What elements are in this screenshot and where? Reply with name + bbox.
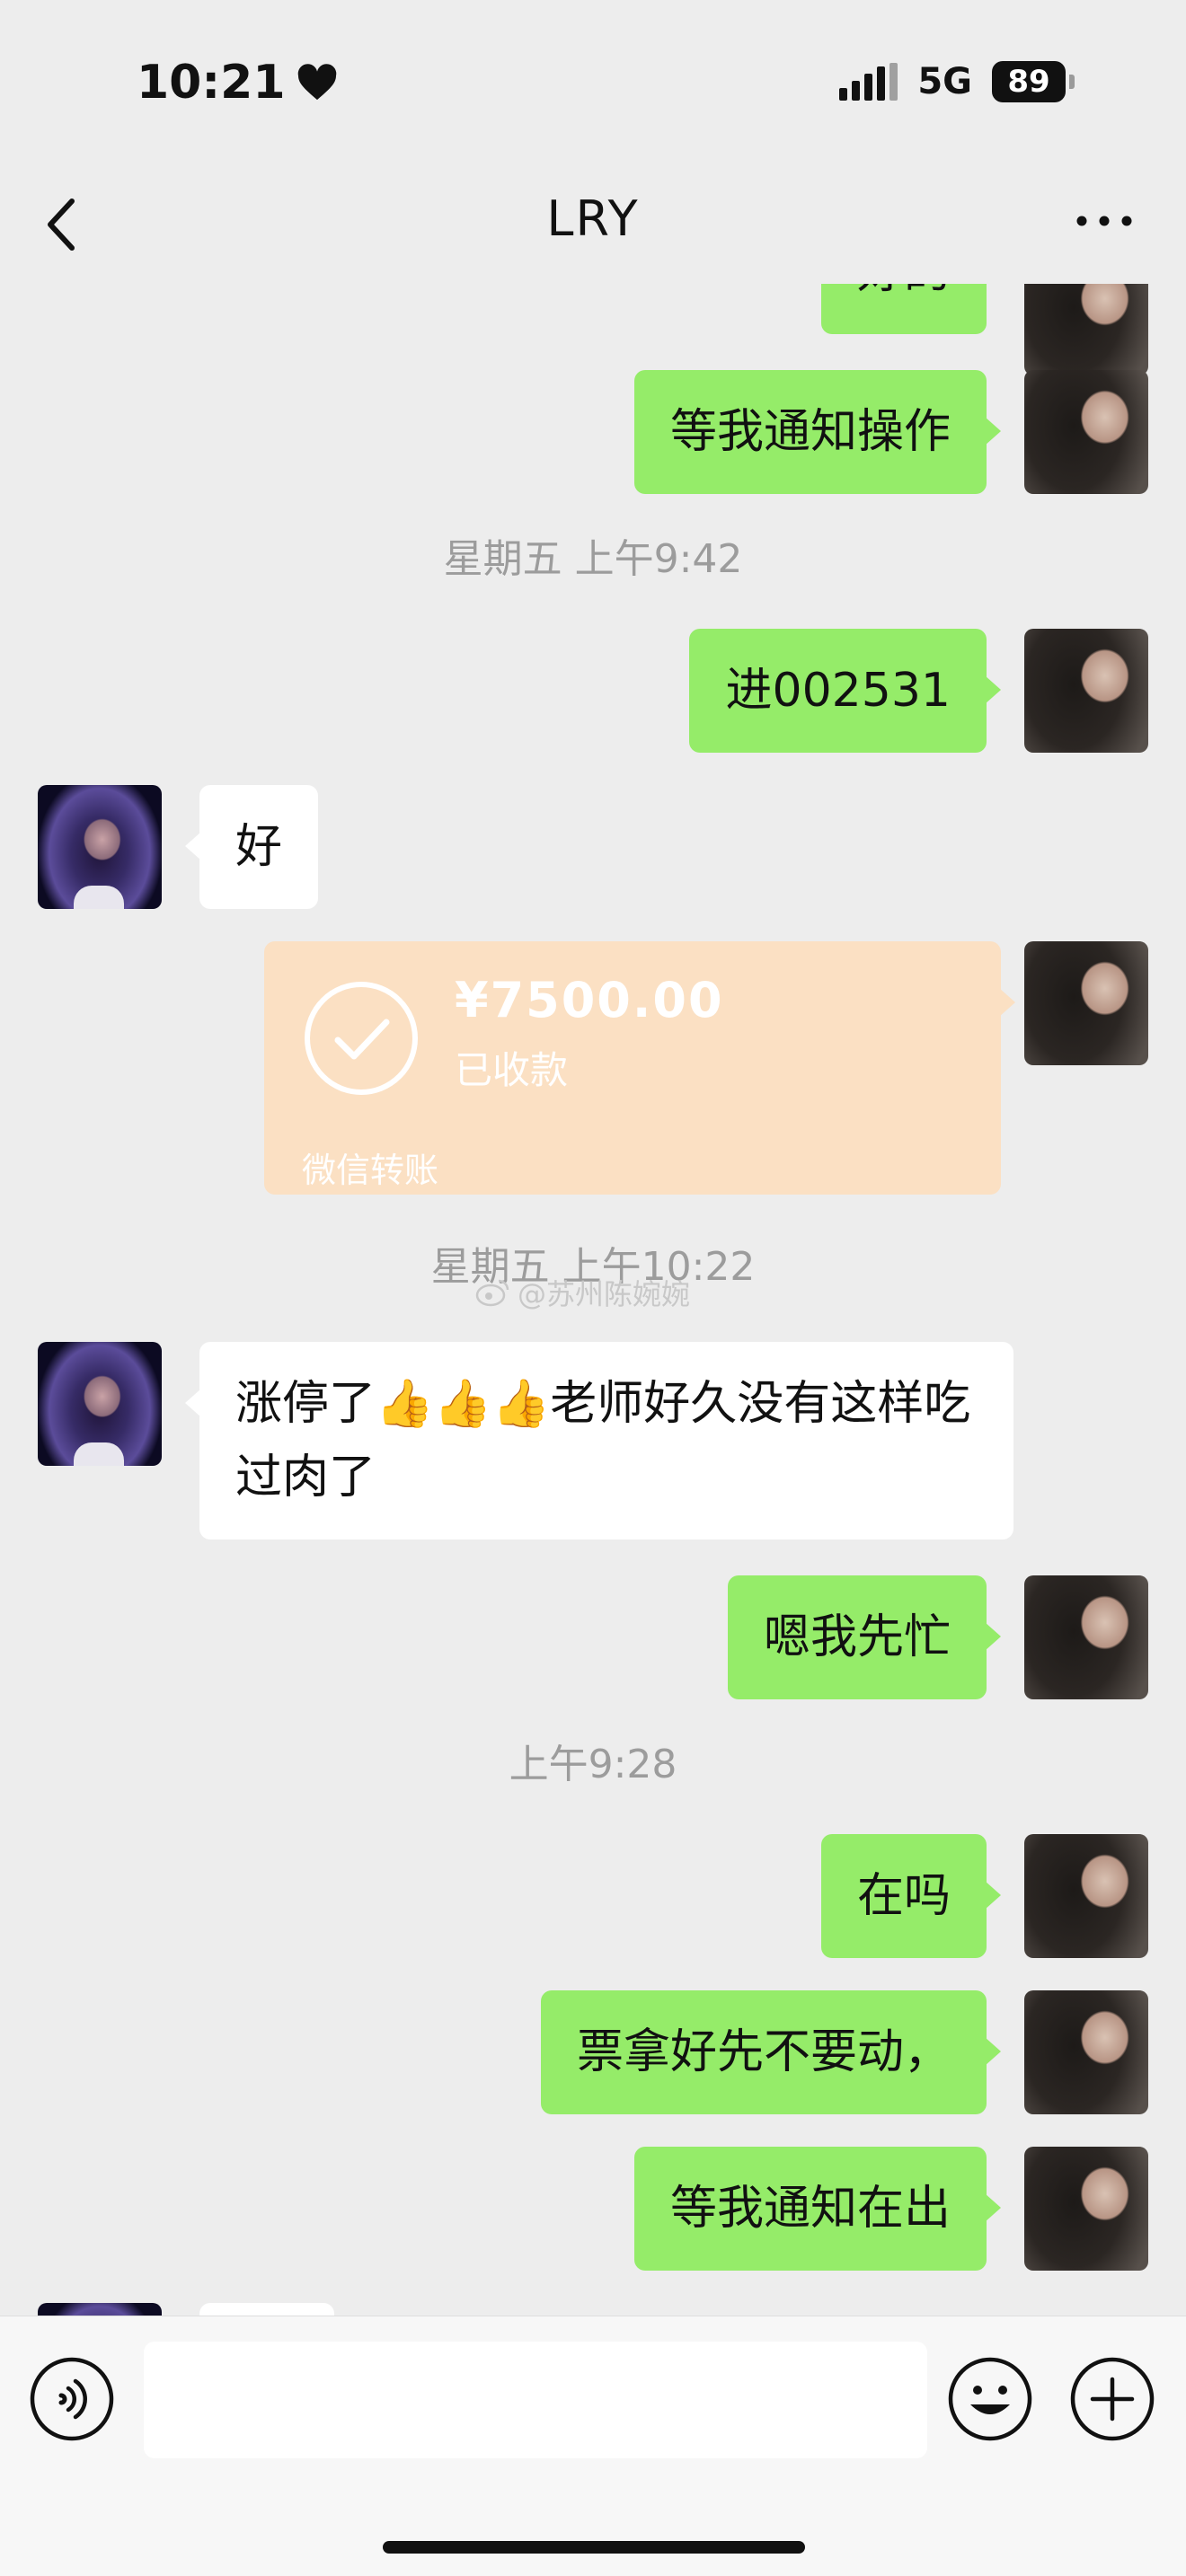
message-bubble-mine[interactable]: 进002531 [689,629,1001,753]
my-avatar[interactable] [1024,370,1148,494]
transfer-label: 微信转账 [302,1151,439,1190]
timestamp: 上午9:28 [509,1742,677,1787]
input-bar [0,2316,1186,2576]
my-avatar[interactable] [1024,941,1148,1065]
status-time: 10:21 [137,56,338,110]
plus-icon[interactable] [1069,2356,1155,2442]
my-avatar[interactable] [1024,1990,1148,2114]
message-bubble-mine[interactable]: 票拿好先不要动， [540,1990,1002,2114]
watermark: @苏州陈婉婉 [474,1272,690,1313]
signal-icon [839,63,898,101]
my-avatar[interactable] [1024,1834,1148,1958]
contact-avatar[interactable] [38,785,162,909]
home-indicator [383,2541,805,2554]
message-bubble-contact[interactable]: 涨停了👍👍👍老师好久没有这样吃过肉了 [185,1342,1013,1539]
network-label: 5G [917,61,972,102]
message-bubble-mine[interactable]: 等我通知在出 [633,2147,1002,2271]
weibo-icon [475,1279,509,1307]
transfer-amount: ¥7500.00 [455,972,724,1028]
contact-avatar[interactable] [38,2303,162,2316]
transfer-status: 已收款 [455,1048,569,1092]
watermark-text: @苏州陈婉婉 [518,1277,691,1311]
status-indicators: 5G 89 [839,61,1075,102]
my-avatar[interactable] [1024,2147,1148,2271]
message-bubble-contact[interactable] [199,2303,334,2316]
message-input[interactable] [144,2342,927,2458]
contact-avatar[interactable] [38,1342,162,1466]
chat-screen: 10:21 5G 89 LRY 好的 等我通知操作 星期五 上午9:42 [0,0,1186,2576]
check-circle-icon [305,982,418,1095]
battery-icon: 89 [992,61,1075,102]
message-bubble-mine[interactable]: 好的 [820,284,1002,334]
message-bubble-mine[interactable]: 等我通知操作 [633,370,1002,494]
more-icon[interactable] [1073,212,1136,230]
message-list[interactable]: 好的 等我通知操作 星期五 上午9:42 进002531 好 ¥7500.00 … [0,284,1186,2316]
heart-icon [297,64,336,101]
my-avatar[interactable] [1024,284,1148,375]
message-bubble-contact[interactable]: 好 [184,785,319,909]
clock-text: 10:21 [137,56,286,110]
transfer-card[interactable]: ¥7500.00 已收款 微信转账 [264,941,1015,1195]
my-avatar[interactable] [1024,1575,1148,1699]
message-bubble-mine[interactable]: 在吗 [820,1834,1002,1958]
voice-icon[interactable] [29,2356,115,2442]
timestamp: 星期五 上午9:42 [443,536,743,582]
my-avatar[interactable] [1024,629,1148,753]
chat-title: LRY [546,190,640,247]
message-bubble-mine[interactable]: 嗯我先忙 [727,1575,1002,1699]
battery-level: 89 [992,61,1066,102]
emoji-icon[interactable] [947,2356,1033,2442]
